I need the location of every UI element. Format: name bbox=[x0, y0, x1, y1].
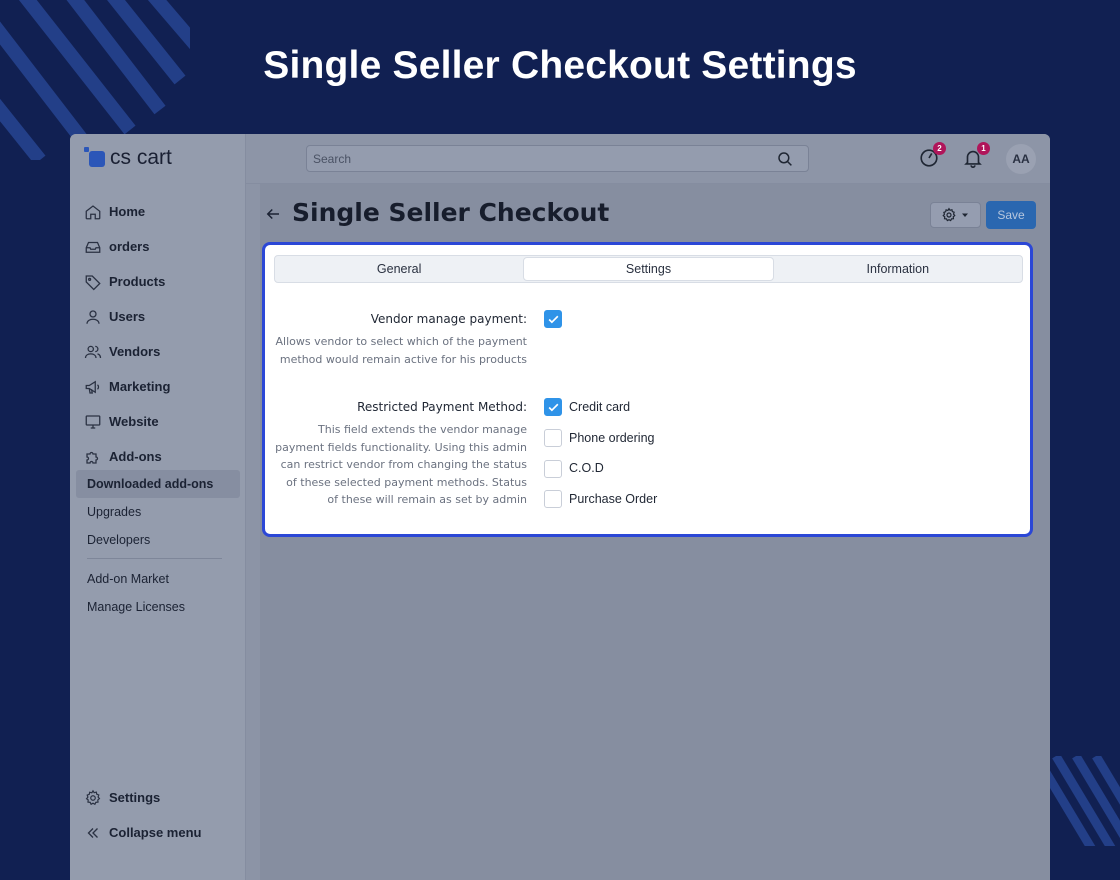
vendor-manage-payment-label: Vendor manage payment: bbox=[370, 312, 527, 326]
sidebar: cs cart Home orders Products Users Vendo… bbox=[70, 134, 246, 880]
notifications-badge: 1 bbox=[977, 142, 990, 155]
puzzle-icon bbox=[86, 451, 99, 464]
sidebar-item-home[interactable]: Home bbox=[70, 194, 246, 229]
vendor-manage-payment-checkbox[interactable] bbox=[544, 310, 562, 328]
inbox-icon bbox=[85, 241, 101, 253]
updates-badge: 2 bbox=[933, 142, 946, 155]
submenu-developers[interactable]: Developers bbox=[76, 526, 240, 554]
sidebar-item-label: Products bbox=[109, 274, 166, 289]
back-arrow-icon[interactable] bbox=[264, 205, 282, 223]
caret-down-icon bbox=[962, 213, 968, 217]
submenu-divider bbox=[87, 558, 222, 559]
collapse-menu-button[interactable]: Collapse menu bbox=[70, 815, 246, 850]
sidebar-item-settings[interactable]: Settings bbox=[70, 780, 246, 815]
sidebar-item-website[interactable]: Website bbox=[70, 404, 246, 439]
sidebar-item-orders[interactable]: orders bbox=[70, 229, 246, 264]
sidebar-item-vendors[interactable]: Vendors bbox=[70, 334, 246, 369]
sidebar-bottom: Settings Collapse menu bbox=[70, 780, 246, 850]
add-ons-submenu: Downloaded add-ons Upgrades Developers A… bbox=[76, 470, 240, 621]
sidebar-item-label: Vendors bbox=[109, 344, 161, 359]
sidebar-item-label: Add-ons bbox=[109, 449, 162, 464]
logo-text: cs cart bbox=[110, 146, 172, 169]
decorative-stripes-bottom-right bbox=[1046, 756, 1120, 846]
checkmark-icon bbox=[548, 403, 559, 412]
tab-bar: General Settings Information bbox=[274, 255, 1023, 283]
cod-checkbox[interactable] bbox=[544, 460, 562, 478]
checkmark-icon bbox=[548, 315, 559, 324]
settings-dropdown-button[interactable] bbox=[930, 202, 981, 228]
sidebar-item-add-ons[interactable]: Add-ons bbox=[70, 439, 246, 474]
users-icon bbox=[84, 345, 102, 358]
topbar: 2 1 AA bbox=[246, 134, 1050, 184]
sidebar-item-users[interactable]: Users bbox=[70, 299, 246, 334]
credit-card-checkbox[interactable] bbox=[544, 398, 562, 416]
monitor-icon bbox=[85, 414, 101, 429]
restricted-payment-method-description: This field extends the vendor manage pay… bbox=[275, 423, 527, 506]
app-window: cs cart Home orders Products Users Vendo… bbox=[70, 134, 1050, 880]
gear-icon bbox=[942, 207, 956, 222]
search-input[interactable] bbox=[307, 146, 767, 171]
settings-panel: General Settings Information Vendor mana… bbox=[262, 242, 1033, 537]
tab-settings[interactable]: Settings bbox=[523, 257, 774, 281]
user-icon bbox=[86, 309, 100, 324]
purchase-order-label: Purchase Order bbox=[569, 492, 658, 506]
tab-information[interactable]: Information bbox=[774, 256, 1022, 282]
restricted-payment-method-label: Restricted Payment Method: bbox=[357, 400, 527, 414]
sidebar-item-products[interactable]: Products bbox=[70, 264, 246, 299]
notifications-button[interactable]: 1 bbox=[962, 142, 990, 169]
page-title: Single Seller Checkout bbox=[292, 198, 610, 227]
avatar[interactable]: AA bbox=[1006, 144, 1036, 174]
save-button[interactable]: Save bbox=[986, 201, 1036, 229]
sidebar-item-label: Home bbox=[109, 204, 146, 219]
tab-general[interactable]: General bbox=[275, 256, 523, 282]
vendor-manage-payment-description: Allows vendor to select which of the pay… bbox=[275, 335, 527, 366]
submenu-downloaded-add-ons[interactable]: Downloaded add-ons bbox=[76, 470, 240, 498]
sidebar-nav: Home orders Products Users Vendors Marke… bbox=[70, 194, 246, 474]
purchase-order-checkbox[interactable] bbox=[544, 490, 562, 508]
logo[interactable]: cs cart bbox=[84, 146, 172, 170]
submenu-add-on-market[interactable]: Add-on Market bbox=[76, 565, 240, 593]
sidebar-item-label: Marketing bbox=[109, 379, 171, 394]
sidebar-item-label: Website bbox=[109, 414, 159, 429]
submenu-upgrades[interactable]: Upgrades bbox=[76, 498, 240, 526]
collapse-menu-label: Collapse menu bbox=[109, 825, 202, 840]
updates-button[interactable]: 2 bbox=[918, 142, 946, 169]
phone-ordering-checkbox[interactable] bbox=[544, 429, 562, 447]
double-chevron-left-icon bbox=[87, 827, 98, 838]
sidebar-item-label: orders bbox=[109, 239, 150, 254]
page-heading: Single Seller Checkout Settings bbox=[263, 44, 857, 87]
gear-icon bbox=[85, 789, 101, 805]
megaphone-icon bbox=[85, 380, 100, 394]
sidebar-item-marketing[interactable]: Marketing bbox=[70, 369, 246, 404]
tag-icon bbox=[85, 274, 101, 290]
phone-ordering-label: Phone ordering bbox=[569, 431, 655, 445]
sidebar-item-label: Users bbox=[109, 309, 146, 324]
search-box bbox=[306, 145, 809, 172]
cod-label: C.O.D bbox=[569, 461, 604, 475]
home-icon bbox=[85, 204, 101, 219]
sidebar-item-label: Settings bbox=[109, 790, 161, 805]
submenu-manage-licenses[interactable]: Manage Licenses bbox=[76, 593, 240, 621]
logo-icon bbox=[84, 147, 106, 169]
search-icon[interactable] bbox=[776, 150, 794, 168]
credit-card-label: Credit card bbox=[569, 400, 631, 414]
